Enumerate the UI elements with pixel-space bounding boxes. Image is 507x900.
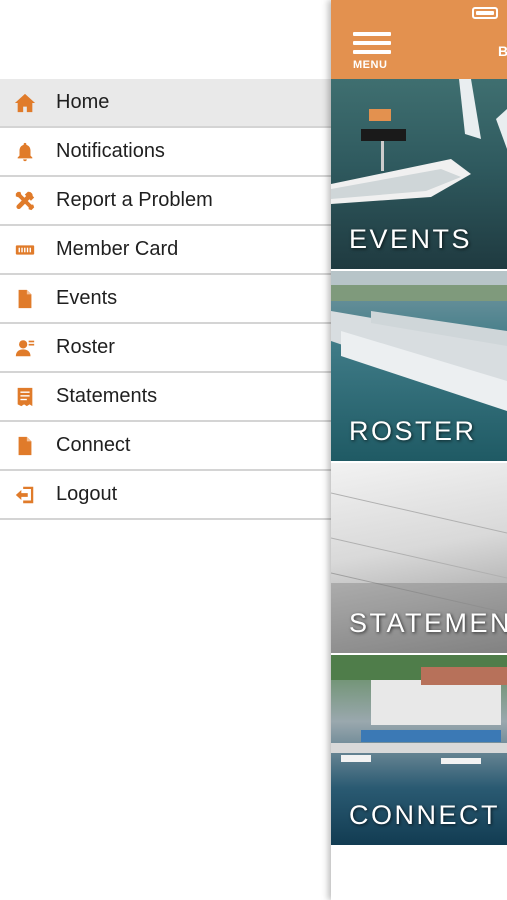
drawer-item-home[interactable]: Home — [0, 79, 331, 128]
drawer-item-label: Member Card — [56, 238, 179, 260]
drawer-item-connect[interactable]: Connect — [0, 422, 331, 471]
connect-tile[interactable]: CONNECT — [331, 655, 507, 845]
document-icon — [13, 287, 37, 311]
drawer-item-logout[interactable]: Logout — [0, 471, 331, 520]
events-tile-title: EVENTS — [349, 224, 473, 254]
drawer-item-label: Report a Problem — [56, 189, 213, 211]
drawer-item-report-a-problem[interactable]: Report a Problem — [0, 177, 331, 226]
roster-tile[interactable]: ROSTER — [331, 271, 507, 461]
drawer-item-label: Connect — [56, 434, 131, 456]
bell-icon — [13, 140, 37, 164]
hamburger-icon — [353, 32, 391, 36]
connect-tile-title: CONNECT — [349, 800, 500, 830]
document-icon — [13, 434, 37, 458]
drawer-item-notifications[interactable]: Notifications — [0, 128, 331, 177]
drawer-item-label: Home — [56, 91, 110, 113]
menu-button-label: MENU — [353, 59, 388, 71]
drawer-item-member-card[interactable]: Member Card — [0, 226, 331, 275]
menu-button[interactable]: MENU — [353, 32, 393, 74]
drawer-item-statements[interactable]: Statements — [0, 373, 331, 422]
header-text-cutoff: B — [498, 43, 507, 59]
drawer-item-events[interactable]: Events — [0, 275, 331, 324]
drawer-item-label: Roster — [56, 336, 115, 358]
tools-icon — [13, 189, 37, 213]
drawer-item-label: Statements — [56, 385, 158, 407]
statements-tile[interactable]: STATEMENTS — [331, 463, 507, 653]
drawer-item-label: Events — [56, 287, 118, 309]
drawer-item-label: Notifications — [56, 140, 165, 162]
person-icon — [13, 336, 37, 360]
drawer-item-roster[interactable]: Roster — [0, 324, 331, 373]
card-icon — [13, 238, 37, 262]
statements-tile-title: STATEMENTS — [349, 608, 507, 638]
top-app-bar: MENU B — [331, 0, 507, 79]
battery-icon — [472, 7, 498, 19]
main-content-panel[interactable]: MENU B EVENTS ROSTER STATEMEN CONNECT — [331, 0, 507, 900]
home-icon — [13, 91, 37, 115]
logout-icon — [13, 483, 37, 507]
drawer-menu-list: Home Notifications Report a Problem Memb… — [0, 79, 331, 520]
roster-tile-title: ROSTER — [349, 416, 477, 446]
navigation-drawer: Home Notifications Report a Problem Memb… — [0, 0, 331, 900]
events-tile[interactable]: EVENTS — [331, 79, 507, 269]
statement-icon — [13, 385, 37, 409]
drawer-item-label: Logout — [56, 483, 118, 505]
